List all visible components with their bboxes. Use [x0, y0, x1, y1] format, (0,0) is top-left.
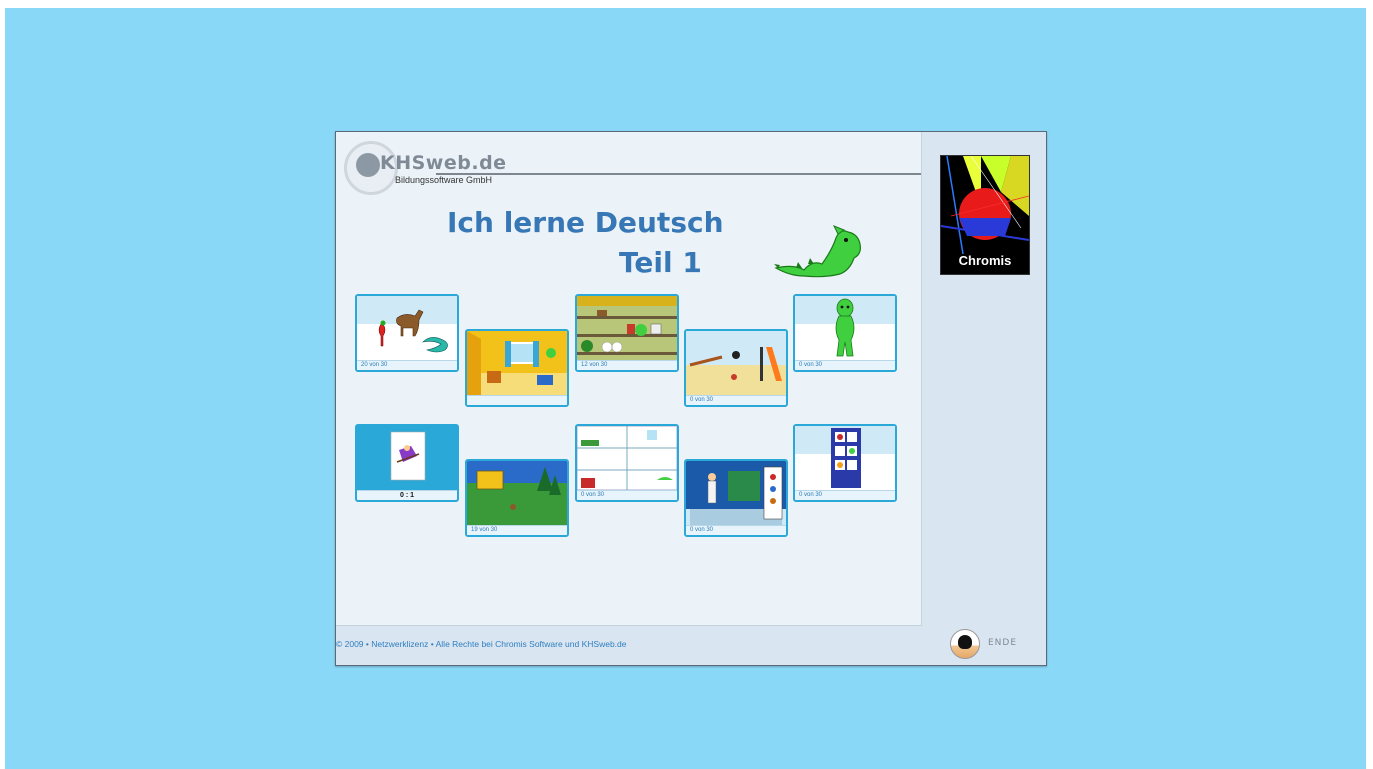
khsweb-logo: KHSweb.de Bildungssoftware GmbH — [344, 141, 514, 197]
card-status: 0 von 30 — [686, 395, 786, 405]
clothing-scene-icon — [686, 461, 786, 525]
end-button[interactable]: ENDE — [950, 629, 1030, 659]
exercise-card-memory[interactable]: 0 : 1 — [355, 424, 459, 502]
brand-name: KHSweb.de — [380, 152, 507, 174]
dragon-mascot-icon — [774, 225, 861, 278]
playground-scene-icon — [686, 331, 786, 395]
dragon-standing-icon — [795, 296, 895, 360]
brand-subtitle: Bildungssoftware GmbH — [395, 175, 493, 185]
exercise-card-tiere[interactable]: 20 von 30 — [355, 294, 459, 372]
livingroom-scene-icon — [467, 331, 567, 395]
exercise-card-supermarkt[interactable]: 12 von 30 — [575, 294, 679, 372]
desktop-background: KHSweb.de Bildungssoftware GmbH Ich lern… — [5, 8, 1366, 769]
content-panel: KHSweb.de Bildungssoftware GmbH Ich lern… — [336, 132, 922, 626]
exit-hat-icon — [950, 629, 980, 659]
card-status: 12 von 30 — [577, 360, 677, 370]
exercise-card-kleidung[interactable]: 0 von 30 — [684, 459, 788, 537]
card-status: 0 von 30 — [795, 360, 895, 370]
card-status: 0 von 30 — [686, 525, 786, 535]
exercise-card-haus[interactable]: 0 von 30 — [575, 424, 679, 502]
exercise-card-drache[interactable]: 0 von 30 — [793, 294, 897, 372]
copyright-footer: © 2009 • Netzwerklizenz • Alle Rechte be… — [336, 639, 627, 649]
chromis-logo: Chromis — [940, 155, 1030, 275]
card-status — [467, 395, 567, 405]
card-status: 20 von 30 — [357, 360, 457, 370]
animals-scene-icon — [357, 296, 457, 360]
card-status: 0 von 30 — [795, 490, 895, 500]
page-subtitle: Teil 1 — [619, 246, 702, 279]
app-window: KHSweb.de Bildungssoftware GmbH Ich lern… — [335, 131, 1047, 666]
exercise-card-regal[interactable]: 0 von 30 — [793, 424, 897, 502]
house-rooms-icon — [577, 426, 677, 490]
card-status: 0 von 30 — [577, 490, 677, 500]
store-scene-icon — [577, 296, 677, 360]
chromis-logo-graphic — [940, 155, 1030, 255]
exercise-card-spielplatz[interactable]: 0 von 30 — [684, 329, 788, 407]
memory-card-icon — [357, 426, 457, 490]
end-button-label: ENDE — [988, 638, 1018, 648]
header-divider — [436, 173, 921, 175]
forest-scene-icon — [467, 461, 567, 525]
chromis-logo-label: Chromis — [958, 253, 1012, 268]
page-title: Ich lerne Deutsch — [447, 206, 724, 239]
card-status: 19 von 30 — [467, 525, 567, 535]
shelf-scene-icon — [795, 426, 895, 490]
card-status: 0 : 1 — [357, 490, 457, 500]
exercise-card-wald[interactable]: 19 von 30 — [465, 459, 569, 537]
exercise-card-wohnzimmer[interactable] — [465, 329, 569, 407]
